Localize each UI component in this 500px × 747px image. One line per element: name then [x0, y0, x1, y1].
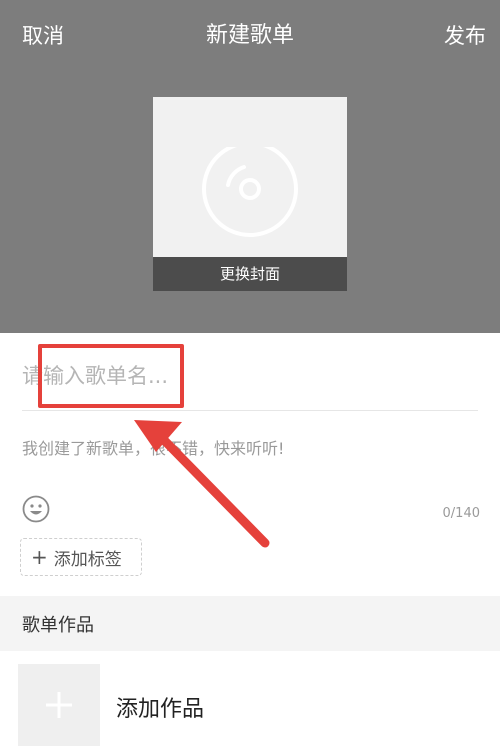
plus-icon [46, 692, 72, 718]
works-section-header: 歌单作品 [0, 596, 500, 651]
annotation-highlight-box [38, 344, 184, 408]
section-title: 歌单作品 [22, 615, 94, 636]
change-cover-button[interactable]: 更换封面 [153, 257, 347, 291]
plus-icon: + [31, 545, 48, 569]
add-tag-button[interactable]: + 添加标签 [20, 538, 142, 576]
publish-button[interactable]: 发布 [444, 22, 486, 50]
description-field[interactable]: 我创建了新歌单，很不错，快来听听! [22, 437, 284, 461]
char-counter: 0/140 [442, 506, 480, 521]
smiley-icon[interactable] [22, 495, 50, 523]
header-bar: 取消 新建歌单 发布 更换封面 [0, 0, 500, 333]
divider [22, 410, 478, 411]
disc-icon [202, 147, 298, 237]
page-title: 新建歌单 [205, 23, 294, 48]
add-work-row[interactable]: 添加作品 [0, 651, 500, 747]
add-work-label: 添加作品 [116, 697, 205, 722]
add-work-thumbnail[interactable] [18, 664, 100, 746]
cover-image[interactable]: 更换封面 [153, 97, 347, 291]
add-tag-label: 添加标签 [53, 549, 122, 570]
